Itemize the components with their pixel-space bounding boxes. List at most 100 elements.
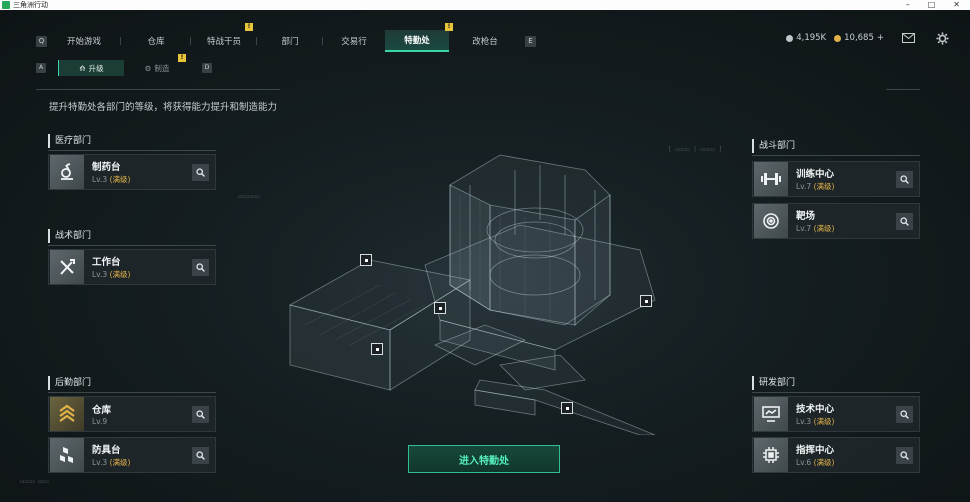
- facility-level: Lv.3 (满级): [796, 417, 835, 426]
- enter-special-ops-button[interactable]: 进入特勤处: [408, 445, 560, 473]
- minimize-button[interactable]: –: [906, 0, 910, 10]
- subtab-craft[interactable]: ! ⚙ 制造: [124, 54, 190, 76]
- max-level-tag: (满级): [813, 224, 835, 233]
- tab-start-game[interactable]: 开始游戏: [47, 30, 121, 52]
- facility-card-armor-bench[interactable]: 防具台 Lv.3 (满级): [48, 437, 216, 473]
- search-button[interactable]: [192, 447, 209, 464]
- tab-gunsmith[interactable]: 改枪台: [449, 30, 521, 52]
- dept-header-logistics: 后勤部门: [48, 376, 91, 390]
- building-pin[interactable]: [561, 402, 573, 414]
- search-button[interactable]: [896, 171, 913, 188]
- max-level-tag: (满级): [109, 458, 131, 467]
- facility-card-shooting-range[interactable]: 靶场 Lv.7 (满级): [752, 203, 920, 239]
- card-info: 指挥中心 Lv.6 (满级): [796, 442, 834, 468]
- search-button[interactable]: [192, 259, 209, 276]
- dept-header-combat: 战斗部门: [752, 139, 795, 153]
- tab-departments[interactable]: 部门: [257, 30, 323, 52]
- tab-label: 仓库: [147, 37, 165, 47]
- facility-card-training-center[interactable]: 训练中心 Lv.7 (满级): [752, 161, 920, 197]
- facility-level: Lv.7 (满级): [796, 182, 835, 191]
- search-icon: [196, 263, 205, 272]
- facility-card-warehouse[interactable]: 仓库 Lv.9: [48, 396, 216, 432]
- tab-warehouse[interactable]: 仓库: [121, 30, 191, 52]
- dept-divider: [48, 245, 216, 246]
- building-pin[interactable]: [360, 254, 372, 266]
- gold-currency[interactable]: 10,685 +: [834, 33, 884, 43]
- facility-card-pharmacy[interactable]: 制药台 Lv.3 (满级): [48, 154, 216, 190]
- subtab-label: 制造: [154, 63, 170, 73]
- max-level-tag: (满级): [813, 417, 835, 426]
- silver-amount: 4,195K: [796, 33, 827, 43]
- rank-chevron-icon: [50, 397, 84, 431]
- search-button[interactable]: [896, 406, 913, 423]
- page-description: 提升特勤处各部门的等级，将获得能力提升和制造能力: [49, 102, 278, 113]
- tab-special-ops[interactable]: ! 特勤处: [385, 23, 453, 52]
- card-info: 制药台 Lv.3 (满级): [92, 159, 130, 185]
- card-info: 训练中心 Lv.7 (满级): [796, 166, 834, 192]
- dept-divider: [752, 392, 920, 393]
- facility-name: 技术中心: [796, 404, 835, 415]
- tools-icon: [50, 250, 84, 284]
- gear-icon[interactable]: [934, 30, 950, 46]
- facility-name: 靶场: [796, 211, 816, 222]
- facility-level: Lv.6 (满级): [796, 458, 835, 467]
- facility-level: Lv.9: [92, 417, 108, 426]
- facility-card-tech-center[interactable]: 技术中心 Lv.3 (满级): [752, 396, 920, 432]
- tab-trading[interactable]: 交易行: [323, 30, 385, 52]
- mail-icon[interactable]: [900, 30, 916, 46]
- dept-divider: [48, 392, 216, 393]
- add-currency-button[interactable]: +: [877, 33, 884, 43]
- facility-name: 指挥中心: [796, 445, 835, 456]
- building-pin[interactable]: [371, 343, 383, 355]
- main-nav: Q 开始游戏 仓库 ! 特战干员 部门 交易行 ! 特勤处 改枪台 E: [36, 23, 536, 52]
- window-titlebar: 三角洲行动 – □ ✕: [0, 0, 970, 10]
- facility-level: Lv.3 (满级): [92, 270, 131, 279]
- max-level-tag: (满级): [813, 458, 835, 467]
- search-button[interactable]: [896, 447, 913, 464]
- nav-next-key[interactable]: E: [525, 35, 536, 47]
- facility-level: Lv.3 (满级): [92, 458, 131, 467]
- tab-label: 特战干员: [206, 37, 241, 47]
- maximize-button[interactable]: □: [928, 0, 936, 10]
- search-button[interactable]: [192, 406, 209, 423]
- search-icon: [900, 410, 909, 419]
- facility-card-command-center[interactable]: 指挥中心 Lv.6 (满级): [752, 437, 920, 473]
- gold-coin-icon: [834, 34, 842, 42]
- max-level-tag: (满级): [109, 175, 131, 184]
- sub-nav: A ⟰ 升级 ! ⚙ 制造 D: [36, 54, 212, 76]
- alert-badge: !: [245, 23, 253, 31]
- facility-name: 防具台: [92, 445, 121, 456]
- nav-prev-key[interactable]: Q: [36, 35, 47, 47]
- silver-coin-icon: [786, 34, 794, 42]
- facility-card-workbench[interactable]: 工作台 Lv.3 (满级): [48, 249, 216, 285]
- facility-name: 制药台: [92, 162, 121, 173]
- subtab-upgrade[interactable]: ⟰ 升级: [58, 60, 124, 76]
- close-button[interactable]: ✕: [953, 0, 960, 10]
- tab-operators[interactable]: ! 特战干员: [191, 23, 257, 52]
- chip-icon: [754, 438, 788, 472]
- building-pin[interactable]: [434, 302, 446, 314]
- facility-level: Lv.7 (满级): [796, 224, 835, 233]
- search-icon: [196, 410, 205, 419]
- card-info: 仓库 Lv.9: [92, 402, 111, 426]
- search-icon: [196, 168, 205, 177]
- dumbbell-icon: [754, 162, 788, 196]
- building-pin[interactable]: [640, 295, 652, 307]
- tab-label: 部门: [281, 37, 299, 47]
- subnav-next-key[interactable]: D: [202, 63, 212, 73]
- tab-label: 交易行: [341, 37, 367, 47]
- tab-label: 特勤处: [404, 36, 430, 46]
- hud-decoration: ▭▭▭▭▭▭: [238, 193, 260, 200]
- silver-currency: 4,195K: [786, 33, 826, 43]
- hud-decoration: ▭▭▭▭ ▭▭▭: [20, 478, 49, 485]
- card-info: 靶场 Lv.7 (满级): [796, 208, 834, 234]
- subnav-prev-key[interactable]: A: [36, 63, 46, 73]
- max-level-tag: (满级): [813, 182, 835, 191]
- search-button[interactable]: [192, 164, 209, 181]
- card-info: 防具台 Lv.3 (满级): [92, 442, 130, 468]
- app-icon: [2, 1, 10, 9]
- max-level-tag: (满级): [109, 270, 131, 279]
- dept-header-medical: 医疗部门: [48, 134, 91, 148]
- card-info: 技术中心 Lv.3 (满级): [796, 401, 834, 427]
- search-button[interactable]: [896, 213, 913, 230]
